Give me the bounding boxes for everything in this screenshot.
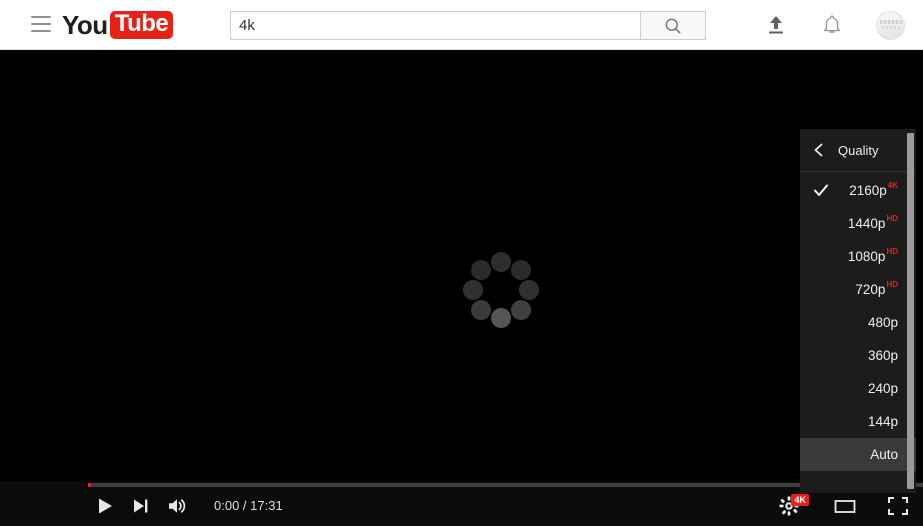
player-controls-bar: 0:00 / 17:31 4K [0, 481, 923, 526]
progress-played [88, 483, 91, 487]
hamburger-bar [31, 30, 51, 32]
quality-option-label: 720p [855, 282, 886, 297]
play-button[interactable] [96, 497, 114, 515]
quality-option-144p[interactable]: 144p [800, 405, 916, 438]
search-button[interactable] [640, 11, 706, 40]
next-icon [134, 499, 148, 512]
volume-button[interactable] [168, 497, 188, 515]
quality-option-label: Auto [870, 447, 898, 462]
quality-option-480p[interactable]: 480p [800, 306, 916, 339]
fullscreen-button[interactable] [887, 496, 909, 516]
quality-option-auto[interactable]: Auto [800, 438, 916, 471]
spinner-dot [510, 299, 531, 320]
video-player-stage[interactable]: Quality 2160p 4K 1440p HD 1080p HD 720p HD 480p 3… [0, 50, 923, 526]
hamburger-icon[interactable] [31, 16, 51, 34]
quality-option-240p[interactable]: 240p [800, 372, 916, 405]
spinner-dot [510, 260, 531, 281]
loading-spinner [463, 252, 539, 328]
quality-option-badge: 4K [887, 181, 898, 190]
quality-option-360p[interactable]: 360p [800, 339, 916, 372]
quality-menu-back[interactable]: Quality [800, 129, 916, 172]
hamburger-bar [31, 16, 51, 18]
quality-settings-menu: Quality 2160p 4K 1440p HD 1080p HD 720p HD 480p 3… [800, 129, 916, 493]
quality-option-label: 2160p [849, 183, 887, 198]
masthead-header: You Tube [0, 0, 923, 50]
quality-option-1440p[interactable]: 1440p HD [800, 207, 916, 240]
settings-quality-badge: 4K [791, 493, 809, 506]
fullscreen-icon [888, 496, 908, 515]
volume-icon [169, 498, 186, 513]
check-icon [814, 184, 828, 196]
next-video-button[interactable] [132, 497, 150, 515]
spinner-dot [463, 280, 483, 300]
settings-button[interactable]: 4K [777, 493, 809, 518]
spinner-dot [471, 299, 492, 320]
quality-option-label: 360p [867, 348, 898, 363]
theater-icon [834, 499, 856, 513]
quality-option-list: 2160p 4K 1440p HD 1080p HD 720p HD 480p 360p 240p 1… [800, 172, 916, 471]
quality-menu-title: Quality [838, 142, 879, 158]
logo-tube-text: Tube [109, 11, 174, 39]
header-actions [764, 0, 905, 50]
avatar[interactable] [876, 10, 905, 40]
quality-option-label: 144p [867, 414, 898, 429]
logo-you-text: You [62, 10, 108, 40]
chevron-left-icon [814, 143, 823, 157]
spinner-dot [471, 260, 492, 281]
search-icon [665, 18, 681, 33]
quality-option-label: 480p [867, 315, 898, 330]
spinner-dot [519, 280, 539, 300]
quality-option-badge: HD [886, 247, 898, 256]
quality-option-badge: HD [886, 214, 898, 223]
time-display: 0:00 / 17:31 [214, 498, 283, 513]
bell-icon[interactable] [820, 13, 844, 37]
quality-option-badge: HD [886, 280, 898, 289]
quality-option-2160p[interactable]: 2160p 4K [800, 174, 916, 207]
search-input[interactable] [230, 11, 640, 40]
youtube-watch-page: You Tube 4k Quality 2160p 4K 1440p HD 10… [0, 0, 923, 526]
youtube-logo[interactable]: You Tube [62, 10, 174, 40]
quality-option-720p[interactable]: 720p HD [800, 273, 916, 306]
quality-option-label: 1080p [847, 249, 886, 264]
quality-menu-scrollbar[interactable] [907, 133, 914, 489]
controls-left: 0:00 / 17:31 [96, 485, 283, 526]
play-icon [99, 498, 112, 513]
quality-option-label: 1440p [847, 216, 886, 231]
upload-icon[interactable] [764, 13, 788, 37]
spinner-dot [491, 308, 511, 328]
avatar-texture [880, 19, 904, 24]
avatar-texture [882, 25, 901, 29]
spinner-dot [491, 252, 511, 272]
quality-option-label: 240p [867, 381, 898, 396]
quality-option-1080p[interactable]: 1080p HD [800, 240, 916, 273]
hamburger-bar [31, 23, 51, 25]
search-form [230, 11, 706, 40]
theater-mode-button[interactable] [833, 496, 857, 516]
